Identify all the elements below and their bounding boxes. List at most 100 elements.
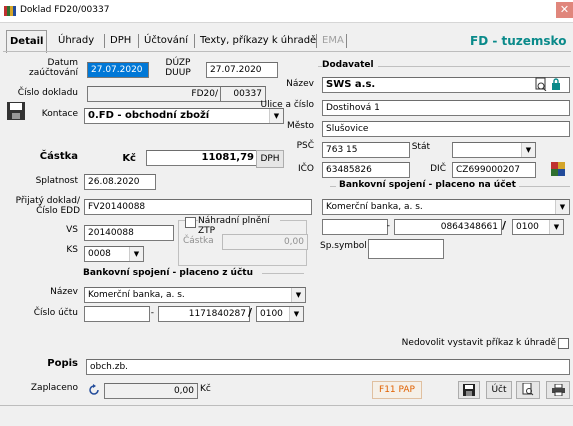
tab-detail[interactable]: Detail [6, 30, 48, 53]
refresh-icon[interactable] [88, 384, 100, 396]
dodavatel-nazev-input[interactable]: SWS a.s. [322, 77, 570, 93]
bank-from-kod-value: 0100 [260, 309, 283, 319]
castka-input[interactable]: 11081,79 [146, 150, 258, 166]
stat-label: Stát [411, 142, 430, 152]
status-bar [0, 405, 573, 426]
bank-from-value: Komerční banka, a. s. [88, 290, 185, 300]
ares-lookup-icon[interactable] [551, 162, 565, 176]
ks-select[interactable]: 0008 ▼ [84, 246, 144, 262]
prijaty-doklad-label: Přijatý doklad/ Číslo EDD [15, 196, 80, 216]
currency-label: Kč [122, 153, 136, 164]
kontace-select[interactable]: 0.FD - obchodní zboží ▼ [84, 108, 284, 124]
prijaty-doklad-input[interactable]: FV20140088 [84, 199, 312, 215]
chevron-down-icon[interactable]: ▼ [289, 307, 303, 321]
bank-from-cislo-label: Číslo účtu [33, 308, 78, 318]
mesto-input[interactable]: Slušovice [322, 121, 570, 137]
preview-icon [522, 382, 534, 396]
duzp-input[interactable]: 27.07.2020 [206, 62, 278, 78]
castka-label: Částka [39, 151, 78, 162]
popis-input[interactable]: obch.zb. [86, 359, 570, 375]
kontace-value: 0.FD - obchodní zboží [88, 110, 210, 121]
nedovolit-label: Nedovolit vystavit příkaz k úhradě [401, 338, 556, 348]
splatnost-label: Splatnost [35, 176, 78, 186]
stat-select[interactable]: ▼ [452, 142, 536, 158]
slash-label: / [501, 219, 506, 232]
datum-input[interactable]: 27.07.2020 [87, 62, 149, 78]
window-title: Doklad FD20/00337 [20, 5, 110, 15]
tab-dph[interactable]: DPH [110, 32, 131, 50]
psc-input[interactable]: 763 15 [322, 142, 410, 158]
tab-separator [346, 34, 347, 48]
app-icon [4, 5, 16, 17]
vs-label: VS [66, 225, 78, 235]
ks-value: 0008 [88, 249, 111, 259]
dash-label: - [386, 221, 390, 231]
spsymbol-label: Sp.symbol [320, 241, 367, 251]
zaplaceno-field: 0,00 [104, 383, 198, 399]
chevron-down-icon[interactable]: ▼ [549, 220, 563, 234]
tab-texty[interactable]: Texty, příkazy k úhradě [200, 32, 316, 50]
lock-icon[interactable] [551, 78, 561, 90]
ulice-input[interactable]: Dostihová 1 [322, 100, 570, 116]
ico-input[interactable]: 63485826 [322, 162, 410, 178]
document-type-heading: FD - tuzemsko [470, 34, 567, 48]
chevron-down-icon[interactable]: ▼ [555, 200, 569, 214]
splatnost-input[interactable]: 26.08.2020 [84, 174, 156, 190]
slash-label: / [247, 306, 252, 319]
bank-from-nazev-label: Název [50, 287, 78, 297]
print-preview-button[interactable] [516, 381, 540, 399]
print-button[interactable] [546, 381, 570, 399]
bank-from-group-label: Bankovní spojení - placeno z účtu [83, 268, 254, 278]
ico-label: IČO [297, 164, 314, 174]
duzp-label: DÚZP DUUP [165, 58, 191, 78]
bank-from-cislo-input[interactable]: 1171840287 [158, 306, 250, 322]
cislo-prefix-field: FD20/ [87, 86, 222, 102]
psc-label: PSČ [296, 141, 314, 151]
bank-to-group-label: Bankovní spojení - placeno na účet [336, 180, 519, 190]
printer-icon [551, 383, 565, 397]
tab-separator [194, 34, 195, 48]
kontace-label: Kontace [41, 109, 78, 119]
popis-label: Popis [47, 358, 78, 369]
bank-from-select[interactable]: Komerční banka, a. s. ▼ [84, 287, 306, 303]
tab-separator [138, 34, 139, 48]
save-button[interactable] [458, 381, 480, 399]
dic-label: DIČ [430, 164, 446, 174]
dodavatel-nazev-value: SWS a.s. [326, 79, 376, 90]
chevron-down-icon[interactable]: ▼ [521, 143, 535, 157]
nahradni-castka-label: Částka [183, 236, 214, 246]
bank-to-cislo-input[interactable]: 0864348661 [394, 219, 502, 235]
dic-input[interactable]: CZ699000207 [452, 162, 536, 178]
bank-to-prefix-input[interactable] [322, 219, 388, 235]
zaplaceno-currency: Kč [200, 384, 211, 394]
bank-to-select[interactable]: Komerční banka, a. s. ▼ [322, 199, 570, 215]
zaplaceno-label: Zaplaceno [30, 383, 78, 393]
bank-from-kod-select[interactable]: 0100 ▼ [256, 306, 304, 322]
nahradni-label: Náhradní plnění ZTP [198, 216, 280, 236]
bank-to-kod-select[interactable]: 0100 ▼ [512, 219, 564, 235]
dodavatel-nazev-label: Název [286, 79, 314, 89]
nedovolit-checkbox[interactable] [558, 338, 569, 349]
ks-label: KS [66, 245, 78, 255]
datum-label: Datum zaúčtování [29, 58, 78, 78]
ulice-label: Ulice a číslo [260, 100, 314, 110]
close-button[interactable]: ✕ [556, 2, 573, 18]
tab-uhrady[interactable]: Úhrady [58, 32, 94, 50]
nahradni-checkbox[interactable] [185, 217, 196, 228]
tab-ema: EMA [322, 35, 344, 46]
tab-separator [316, 34, 317, 48]
chevron-down-icon[interactable]: ▼ [291, 288, 305, 302]
bank-to-kod-value: 0100 [516, 222, 539, 232]
f11-pap-button[interactable]: F11 PAP [372, 381, 422, 399]
uct-button[interactable]: Účt [486, 381, 512, 399]
bank-to-value: Komerční banka, a. s. [326, 202, 423, 212]
chevron-down-icon[interactable]: ▼ [129, 247, 143, 261]
bank-from-prefix-input[interactable] [84, 306, 150, 322]
spsymbol-input[interactable] [368, 239, 444, 259]
dash-label: - [150, 308, 154, 318]
vs-input[interactable]: 20140088 [84, 225, 174, 241]
cislo-dokladu-label: Číslo dokladu [17, 88, 78, 98]
tab-uctovani[interactable]: Účtování [144, 32, 188, 50]
address-book-icon[interactable] [534, 77, 548, 92]
group-divider [262, 273, 304, 274]
